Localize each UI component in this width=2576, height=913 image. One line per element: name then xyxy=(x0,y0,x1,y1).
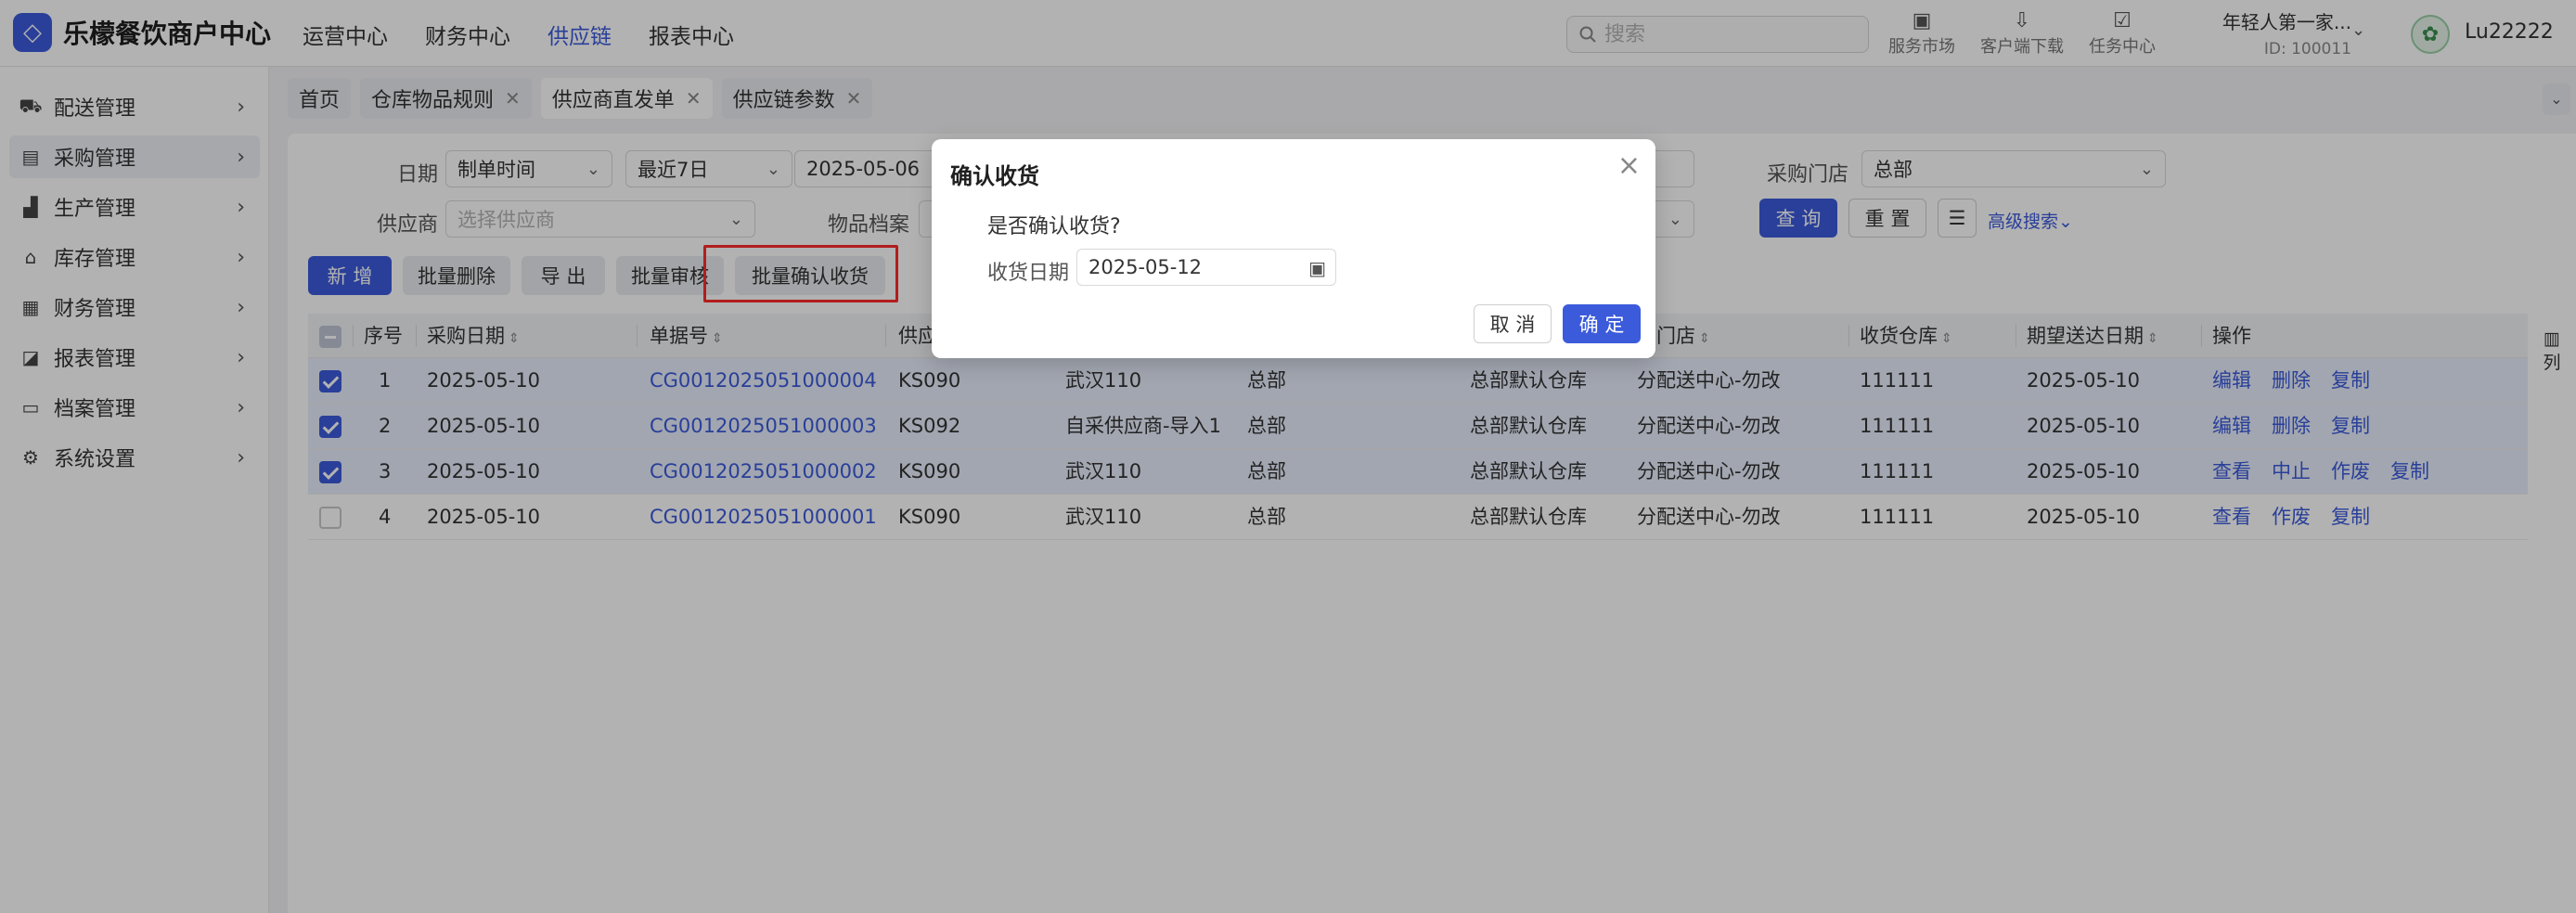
confirm-button[interactable]: 确 定 xyxy=(1563,304,1641,343)
dialog-question: 是否确认收货? xyxy=(987,215,1121,238)
calendar-icon: ▣ xyxy=(1308,257,1326,279)
close-icon[interactable]: × xyxy=(1617,152,1641,180)
receipt-date-input[interactable] xyxy=(1088,256,1293,278)
receipt-date-picker[interactable]: ▣ xyxy=(1076,249,1336,286)
modal-overlay[interactable] xyxy=(0,0,2576,913)
receipt-date-label: 收货日期 xyxy=(987,262,1070,285)
confirm-receipt-dialog: 确认收货 × 是否确认收货? 收货日期 ▣ 取 消 确 定 xyxy=(932,139,1655,358)
cancel-button[interactable]: 取 消 xyxy=(1474,304,1552,343)
dialog-title: 确认收货 xyxy=(950,163,1039,189)
